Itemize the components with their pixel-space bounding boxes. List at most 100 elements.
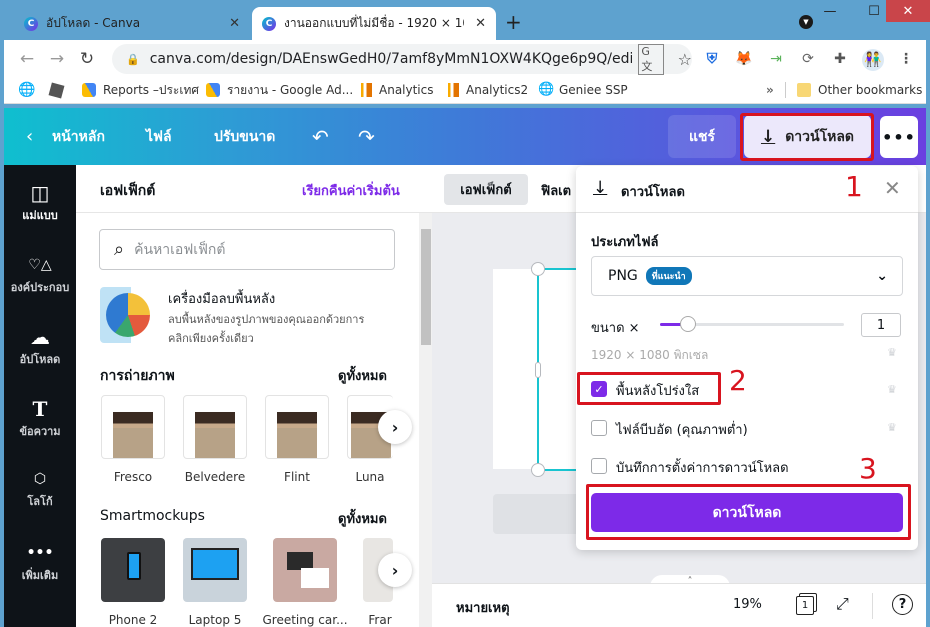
file-menu-button[interactable]: ไฟล์ — [146, 108, 172, 165]
next-arrow-button[interactable]: › — [378, 410, 412, 444]
profile-avatar[interactable]: 👫 — [862, 49, 884, 71]
extension-refresh-icon[interactable]: ⟳ — [798, 49, 818, 69]
photography-see-all[interactable]: ดูทั้งหมด — [338, 365, 387, 386]
recommended-badge: ที่แนะนำ — [645, 267, 692, 285]
size-slider[interactable] — [660, 316, 844, 332]
effect-thumbnail[interactable] — [101, 395, 165, 459]
globe-icon: 🌐 — [538, 82, 555, 97]
folder-icon — [797, 83, 811, 97]
side-resize-handle[interactable] — [535, 362, 541, 378]
address-bar[interactable]: 🔒 canva.com/design/DAEnswGedH0/7amf8yMmN… — [112, 43, 692, 75]
bookmark-analytics[interactable]: Analytics — [358, 81, 434, 99]
effects-search-input[interactable]: ⌕ ค้นหาเอฟเฟ็กต์ — [99, 229, 395, 270]
metamask-icon[interactable]: 🦊 — [734, 49, 754, 69]
help-icon[interactable]: ? — [892, 594, 913, 615]
undo-icon[interactable]: ↶ — [312, 108, 329, 165]
elements-icon: ♡△ — [28, 257, 52, 273]
reset-defaults-link[interactable]: เรียกคืนค่าเริ่มต้น — [302, 180, 400, 201]
rail-text[interactable]: T ข้อความ — [4, 396, 76, 440]
rail-label: เพิ่มเติม — [21, 569, 59, 582]
size-input[interactable]: 1 — [861, 313, 901, 337]
url-text: canva.com/design/DAEnswGedH0/7amf8yMmN1O… — [149, 51, 633, 67]
zoom-level[interactable]: 19% — [733, 597, 762, 612]
mockup-caption: Frar — [368, 613, 392, 627]
annotation-box-3 — [586, 484, 911, 540]
bg-remover-desc: ลบพื้นหลังของรูปภาพของคุณออกด้วยการ — [168, 313, 365, 326]
effect-caption: Luna — [355, 470, 385, 484]
panel-title: เอฟเฟ็กต์ — [100, 183, 156, 199]
bookmark-analytics2[interactable]: Analytics2 — [445, 81, 528, 99]
bg-remover-title[interactable]: เครื่องมือลบพื้นหลัง — [168, 288, 275, 309]
home-button[interactable]: หน้าหลัก — [52, 108, 105, 165]
extensions-puzzle-icon[interactable]: ✚ — [830, 49, 850, 69]
rail-label: องค์ประกอบ — [10, 281, 70, 294]
effect-thumbnail[interactable] — [183, 395, 247, 459]
mockup-caption: Laptop 5 — [188, 613, 242, 627]
bg-remover-thumbnail[interactable] — [100, 287, 156, 343]
next-arrow-button[interactable]: › — [378, 553, 412, 587]
compress-file-checkbox[interactable] — [591, 420, 607, 436]
panel-scrollbar-thumb[interactable] — [421, 229, 431, 345]
bookmarks-overflow-button[interactable]: » — [766, 81, 774, 99]
translate-icon[interactable]: G文 — [638, 43, 664, 75]
notes-button[interactable]: หมายเหตุ — [456, 597, 510, 618]
more-options-button[interactable]: ••• — [880, 116, 918, 158]
resize-button[interactable]: ปรับขนาด — [214, 108, 275, 165]
tab-upload[interactable]: C อัปโหลด - Canva ✕ — [14, 7, 250, 40]
rail-label: ข้อความ — [19, 425, 61, 438]
extension-shield-icon[interactable]: ⛨ — [702, 49, 722, 69]
bookmark-google-ads[interactable]: รายงาน - Google Ad... — [206, 81, 353, 99]
forward-icon[interactable]: → — [42, 49, 72, 69]
back-chevron-icon[interactable]: ‹ — [26, 108, 33, 165]
other-bookmarks[interactable]: Other bookmarks — [797, 81, 922, 99]
beach-ball-icon — [106, 293, 150, 337]
bookmark-geniee[interactable]: 🌐 Geniee SSP — [538, 81, 628, 99]
extension-login-icon[interactable]: ⇥ — [766, 49, 786, 69]
redo-icon[interactable]: ↷ — [358, 108, 375, 165]
rail-logos[interactable]: ⬡ โลโก้ — [4, 466, 76, 510]
bookmark-star-icon[interactable]: ☆ — [678, 50, 692, 69]
new-tab-button[interactable]: + — [505, 10, 522, 34]
logo-icon: ⬡ — [33, 471, 47, 487]
dimensions-text: 1920 × 1080 พิกเซล — [591, 348, 709, 362]
resize-handle[interactable] — [531, 463, 545, 477]
bookmark-label: Analytics2 — [466, 83, 529, 97]
google-ads-icon — [82, 83, 96, 97]
rail-elements[interactable]: ♡△ องค์ประกอบ — [4, 252, 76, 296]
search-placeholder: ค้นหาเอฟเฟ็กต์ — [134, 241, 226, 258]
close-tab-icon[interactable]: ✕ — [475, 16, 486, 31]
globe-icon[interactable]: 🌐 — [18, 81, 35, 99]
share-button[interactable]: แชร์ — [668, 115, 736, 158]
save-settings-checkbox[interactable] — [591, 458, 607, 474]
close-tab-icon[interactable]: ✕ — [229, 16, 240, 31]
rail-templates[interactable]: ◫ แม่แบบ — [4, 180, 76, 224]
smartmockups-see-all[interactable]: ดูทั้งหมด — [338, 508, 387, 529]
rail-uploads[interactable]: ☁ อัปโหลด — [4, 324, 76, 368]
chrome-menu-icon[interactable]: ⋮ — [896, 49, 916, 69]
effect-caption: Fresco — [113, 470, 153, 484]
tab-effects[interactable]: เอฟเฟ็กต์ — [444, 174, 528, 205]
back-icon[interactable]: ← — [12, 49, 42, 69]
resize-handle[interactable] — [531, 262, 545, 276]
chevron-down-icon: ⌄ — [876, 268, 888, 284]
file-type-select[interactable]: PNG ที่แนะนำ ⌄ — [591, 256, 903, 296]
mockup-thumbnail[interactable] — [273, 538, 337, 602]
mockup-thumbnail[interactable] — [183, 538, 247, 602]
rail-more[interactable]: ••• เพิ่มเติม — [4, 540, 76, 584]
tab-filter[interactable]: ฟิลเต — [541, 180, 576, 201]
close-icon[interactable]: ✕ — [884, 176, 901, 200]
close-window-button[interactable]: ✕ — [886, 0, 930, 22]
minimize-button[interactable]: — — [808, 0, 852, 22]
annotation-number-1: 1 — [845, 170, 863, 203]
annotation-number-3: 3 — [859, 452, 877, 485]
page-count-button[interactable]: 1 — [796, 596, 814, 615]
reload-icon[interactable]: ↻ — [72, 49, 102, 69]
tab-design[interactable]: C งานออกแบบที่ไม่มีชื่อ - 1920 × 1080 ✕ — [252, 7, 496, 40]
size-slider-knob[interactable] — [679, 316, 696, 332]
bookmark-reports[interactable]: Reports –ประเทศ — [82, 81, 199, 99]
roblox-icon[interactable] — [48, 81, 65, 99]
file-type-value: PNG — [608, 268, 638, 284]
effect-thumbnail[interactable] — [265, 395, 329, 459]
fullscreen-icon[interactable]: ⤢ — [836, 594, 849, 614]
mockup-thumbnail[interactable] — [101, 538, 165, 602]
